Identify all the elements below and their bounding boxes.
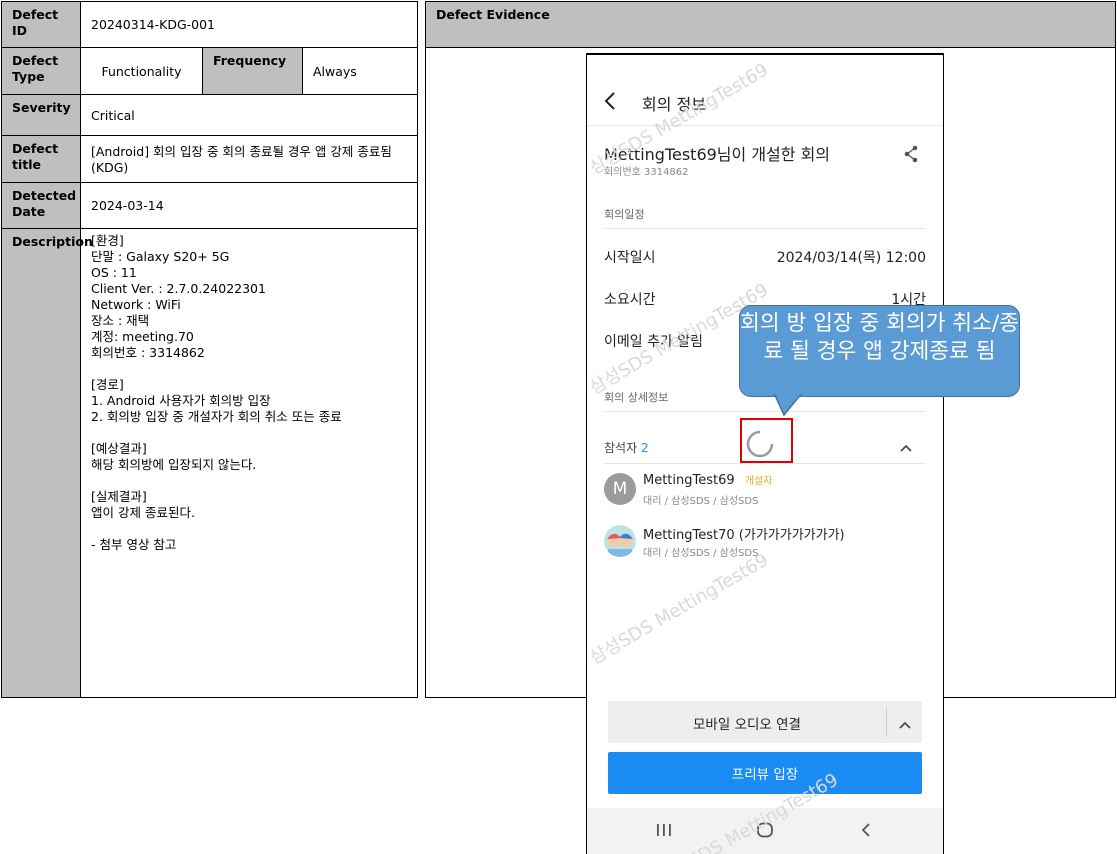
chevron-up-icon[interactable] (898, 716, 912, 735)
callout-bubble: 회의 방 입장 중 회의가 취소/종료 될 경우 앱 강제종료 됨 (739, 305, 1020, 397)
defect-id-value: 20240314-KDG-001 (80, 1, 418, 48)
frequency-value: Always (302, 47, 418, 95)
participant-name: MettingTest69 개설자 (643, 473, 773, 488)
highlight-box (740, 418, 793, 463)
description-line: 해당 회의방에 입장되지 않는다. (91, 457, 257, 472)
description-line: Client Ver. : 2.7.0.24022301 (91, 281, 266, 296)
description-line: 2. 회의방 입장 중 개설자가 회의 취소 또는 종료 (91, 409, 342, 424)
description-line: 앱이 강제 종료된다. (91, 505, 195, 520)
description-line: OS : 11 (91, 265, 137, 280)
avatar: M (604, 473, 636, 505)
start-value: 2024/03/14(목) 12:00 (776, 250, 926, 266)
description-value: [환경] 단말 : Galaxy S20+ 5G OS : 11 Client Ver… (80, 228, 418, 698)
defect-type-value: Functionality (80, 47, 202, 95)
back-icon[interactable] (603, 91, 617, 115)
section-schedule: 회의일정 (604, 208, 645, 221)
description-line: [실제결과] (91, 489, 147, 504)
description-line: [환경] (91, 233, 124, 248)
description-line: 단말 : Galaxy S20+ 5G (91, 249, 230, 264)
callout-tail (773, 393, 805, 417)
back-nav-icon[interactable] (859, 822, 873, 842)
participants-label: 참석자 2 (604, 441, 649, 455)
participants-count: 2 (640, 441, 649, 455)
description-line (91, 361, 407, 377)
detected-date-label: Detected Date (1, 182, 81, 229)
preview-enter-label: 프리뷰 입장 (731, 767, 799, 783)
callout-text: 회의 방 입장 중 회의가 취소/종료 될 경우 앱 강제종료 됨 (740, 311, 1019, 364)
description-line (91, 425, 407, 441)
detected-date-value: 2024-03-14 (80, 182, 418, 229)
audio-connect-button[interactable]: 모바일 오디오 연결 (608, 701, 922, 743)
frequency-label: Frequency (202, 47, 303, 95)
chevron-up-icon[interactable] (899, 439, 913, 458)
description-line: Network : WiFi (91, 297, 181, 312)
description-line: 장소 : 재택 (91, 313, 150, 328)
participant-sub: 대리 / 삼성SDS / 삼성SDS (643, 496, 759, 507)
start-label: 시작일시 (604, 250, 656, 266)
defect-title-label: Defect title (1, 135, 81, 183)
severity-label: Severity (1, 94, 81, 136)
audio-connect-label: 모바일 오디오 연결 (693, 717, 801, 733)
description-line (91, 521, 407, 537)
description-line: 1. Android 사용자가 회의방 입장 (91, 393, 271, 408)
defect-title-value: [Android] 회의 입장 중 회의 종료될 경우 앱 강제 종료됨 (KD… (80, 135, 418, 183)
host-badge: 개설자 (744, 476, 773, 487)
participant-name: MettingTest70 (가가가가가가가가) (643, 528, 845, 543)
description-line: [예상결과] (91, 441, 147, 456)
description-line: [경로] (91, 377, 124, 392)
section-detail: 회의 상세정보 (604, 391, 669, 404)
defect-type-label: Defect Type (1, 47, 81, 95)
preview-enter-button[interactable]: 프리뷰 입장 (608, 752, 922, 794)
share-icon[interactable] (903, 145, 919, 167)
description-line: 계정: meeting.70 (91, 329, 194, 344)
defect-evidence-label: Defect Evidence (425, 1, 1116, 48)
watermark: 삼성SDS MettingTest69 (586, 549, 772, 670)
duration-label: 소요시간 (604, 292, 656, 308)
description-label: Description (1, 228, 93, 698)
severity-value: Critical (80, 94, 418, 136)
defect-id-label: Defect ID (1, 1, 81, 48)
description-line: 회의번호 : 3314862 (91, 345, 205, 360)
avatar (604, 525, 636, 557)
description-line (91, 473, 407, 489)
recent-apps-icon[interactable] (655, 822, 673, 842)
description-line: - 첨부 영상 참고 (91, 537, 177, 552)
